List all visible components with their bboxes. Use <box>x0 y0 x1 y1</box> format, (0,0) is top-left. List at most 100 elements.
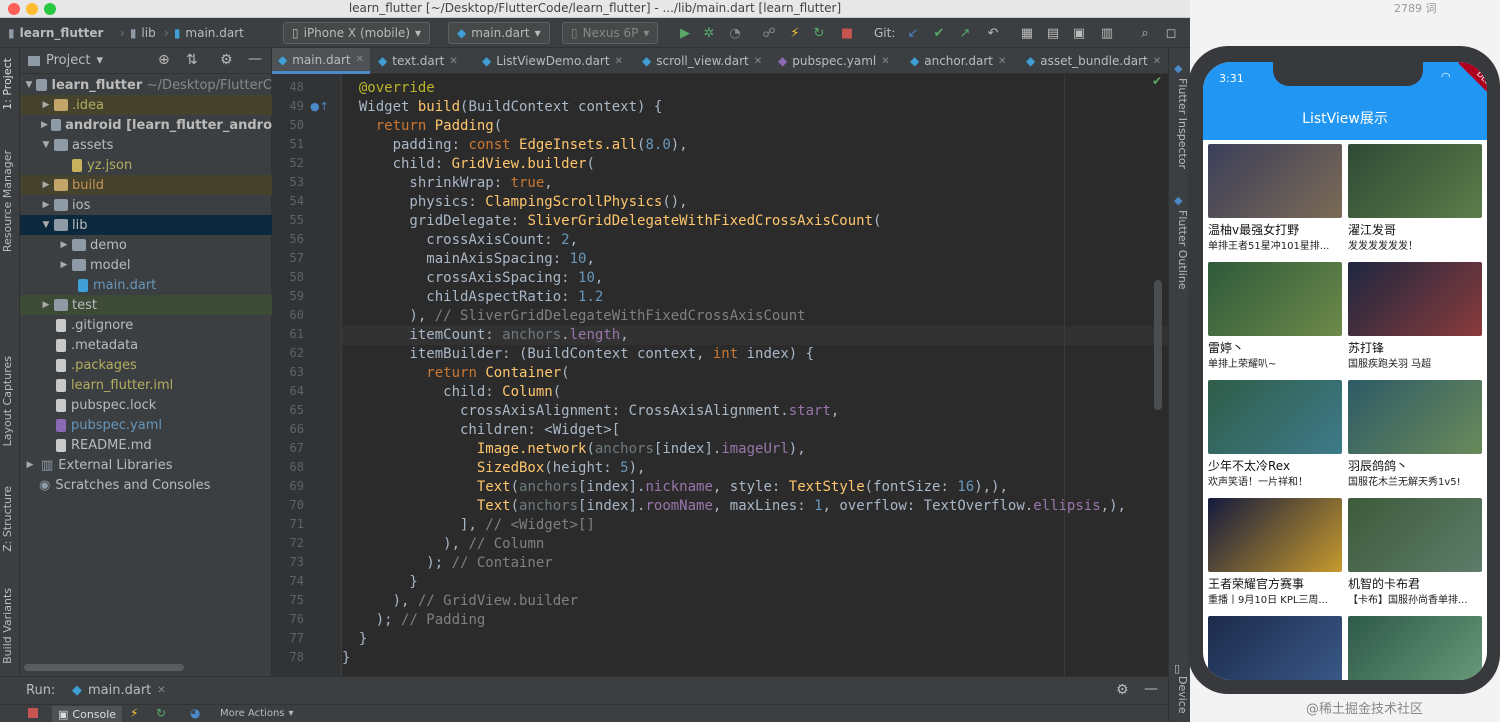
tree-item-readme[interactable]: README.md <box>20 435 272 455</box>
tab-scroll-view[interactable]: ◆ scroll_view.dart ✕ <box>636 48 768 74</box>
gear-icon[interactable]: ⚙ <box>1116 682 1129 698</box>
horizontal-scrollbar[interactable] <box>24 664 184 671</box>
anchor-card[interactable] <box>1208 616 1344 680</box>
tab-pubspec-yaml[interactable]: ◆ pubspec.yaml ✕ <box>772 48 896 74</box>
tree-item-lib[interactable]: ▼ lib <box>20 215 272 235</box>
avd-manager-icon[interactable]: ▣ <box>1070 24 1088 42</box>
tree-item-main-dart[interactable]: main.dart <box>20 275 272 295</box>
close-tab-icon[interactable]: ✕ <box>1153 56 1161 67</box>
anchor-card[interactable]: 雷婷丶 单排上荣耀叭~ <box>1208 262 1344 369</box>
tree-item-root[interactable]: ▼ learn_flutter ~/Desktop/FlutterC <box>20 75 273 95</box>
hot-reload-icon[interactable]: ⚡ <box>786 24 804 42</box>
tab-anchor-dart[interactable]: ◆ anchor.dart ✕ <box>904 48 1012 74</box>
anchor-card[interactable]: 少年不太冷Rex 欢声笑语！一片祥和！ <box>1208 380 1344 487</box>
emulator-selector[interactable]: ▯ Nexus 6P ▾ <box>562 22 659 44</box>
device-manager-icon[interactable]: ▥ <box>1098 24 1116 42</box>
close-tab-icon[interactable]: ✕ <box>998 56 1006 67</box>
close-tab-icon[interactable]: ✕ <box>157 685 165 696</box>
hide-panel-icon[interactable]: — <box>248 51 262 67</box>
tree-item-model[interactable]: ▶ model <box>20 255 272 275</box>
tool-structure[interactable]: Z: Structure <box>1 486 19 552</box>
git-commit-icon[interactable]: ✔ <box>930 24 948 42</box>
tab-listviewdemo[interactable]: ◆ ListViewDemo.dart ✕ <box>476 48 629 74</box>
tree-item-build[interactable]: ▶ build <box>20 175 272 195</box>
tool-layout-captures[interactable]: Layout Captures <box>1 356 19 446</box>
tree-item-gitignore[interactable]: .gitignore <box>20 315 272 335</box>
expand-arrow-icon: ▼ <box>25 80 33 90</box>
sdk-manager-icon[interactable]: ▤ <box>1044 24 1062 42</box>
vertical-scrollbar[interactable] <box>1154 280 1162 410</box>
tree-item-scratches[interactable]: ◉ Scratches and Consoles <box>20 475 272 495</box>
locate-icon[interactable]: ⊕ <box>158 52 170 68</box>
tree-item-demo[interactable]: ▶ demo <box>20 235 272 255</box>
anchor-card[interactable]: 温柚v最强女打野 单排王者51星冲101星排... <box>1208 144 1344 251</box>
stop-icon[interactable]: ■ <box>838 24 856 42</box>
tree-item-ios[interactable]: ▶ ios <box>20 195 272 215</box>
tree-item-iml[interactable]: learn_flutter.iml <box>20 375 272 395</box>
inspection-ok-icon[interactable]: ✔ <box>1152 74 1162 88</box>
tree-item-pubspec-yaml[interactable]: pubspec.yaml <box>20 415 272 435</box>
tree-item-external-libraries[interactable]: ▶ ▥ External Libraries <box>20 455 272 475</box>
tool-flutter-outline[interactable]: Flutter Outline <box>1171 210 1189 290</box>
user-icon[interactable]: ◻ <box>1162 24 1180 42</box>
search-icon[interactable]: ⌕ <box>1136 24 1154 42</box>
git-push-icon[interactable]: ↗ <box>956 24 974 42</box>
tool-device-file-explorer[interactable]: Device <box>1171 676 1189 714</box>
rollback-icon[interactable]: ↶ <box>984 24 1002 42</box>
override-marker-icon[interactable]: ●↑ <box>310 100 329 113</box>
attach-icon[interactable]: ☍ <box>760 24 778 42</box>
dart-file-icon: ◆ <box>72 683 82 698</box>
gear-icon[interactable]: ⚙ <box>220 52 233 68</box>
tab-asset-bundle[interactable]: ◆ asset_bundle.dart ✕ <box>1020 48 1167 74</box>
breadcrumb-project[interactable]: ▮ learn_flutter <box>8 22 103 44</box>
anchor-card[interactable] <box>1348 616 1484 680</box>
tool-resource-manager[interactable]: Resource Manager <box>1 150 19 252</box>
tree-item-packages[interactable]: .packages <box>20 355 272 375</box>
phone-screen[interactable]: 3:31 ◠ DEBUG ListView展示 温柚v最强女打野 单排王者51星… <box>1203 62 1487 680</box>
run-tab-main-dart[interactable]: ◆ main.dart ✕ <box>72 683 166 698</box>
hot-restart-icon[interactable]: ↻ <box>810 24 828 42</box>
console-tab[interactable]: ▣ Console <box>52 706 123 722</box>
tree-item-metadata[interactable]: .metadata <box>20 335 272 355</box>
project-view-selector[interactable]: Project ▾ <box>28 53 103 68</box>
debug-icon[interactable]: ✲ <box>700 24 718 42</box>
collapse-all-icon[interactable]: ⇅ <box>186 52 198 68</box>
close-tab-icon[interactable]: ✕ <box>615 56 623 67</box>
tool-flutter-inspector[interactable]: Flutter Inspector <box>1171 78 1189 169</box>
hide-panel-icon[interactable]: — <box>1144 681 1158 697</box>
tree-item-idea[interactable]: ▶ .idea <box>20 95 272 115</box>
tab-main-dart[interactable]: ◆ main.dart ✕ <box>272 48 371 74</box>
tool-project[interactable]: 1: Project <box>1 58 19 110</box>
close-tab-icon[interactable]: ✕ <box>754 56 762 67</box>
project-structure-icon[interactable]: ▦ <box>1018 24 1036 42</box>
anchor-card[interactable]: 苏打锋 国服疾跑关羽 马超 <box>1348 262 1484 369</box>
code-editor[interactable]: @override Widget build(BuildContext cont… <box>342 74 1168 676</box>
run-icon[interactable]: ▶ <box>676 24 694 42</box>
close-tab-icon[interactable]: ✕ <box>881 56 889 67</box>
stop-icon[interactable] <box>28 708 38 718</box>
tree-item-assets[interactable]: ▼ assets <box>20 135 272 155</box>
tree-item-pubspec-lock[interactable]: pubspec.lock <box>20 395 272 415</box>
tree-item-android[interactable]: ▶ android [learn_flutter_andro <box>20 115 272 135</box>
tool-build-variants[interactable]: Build Variants <box>1 588 19 664</box>
tree-item-yz-json[interactable]: yz.json <box>20 155 272 175</box>
device-selector[interactable]: ▯ iPhone X (mobile) ▾ <box>283 22 431 44</box>
close-tab-icon[interactable]: ✕ <box>356 54 364 65</box>
close-tab-icon[interactable]: ✕ <box>449 56 457 67</box>
anchor-card[interactable]: 羽辰鸽鸽丶 国服花木兰无解天秀1v5! <box>1348 380 1484 487</box>
anchor-card[interactable]: 王者荣耀官方赛事 重播丨9月10日 KPL三周... <box>1208 498 1344 605</box>
git-update-icon[interactable]: ↙ <box>904 24 922 42</box>
profile-icon[interactable]: ◔ <box>726 24 744 42</box>
anchor-card[interactable]: 机智的卡布君 【卡布】国服孙尚香单排... <box>1348 498 1484 605</box>
anchor-card[interactable]: 濯江发哥 发发发发发发！ <box>1348 144 1484 251</box>
breadcrumb-file[interactable]: › ▮ main.dart <box>164 22 244 44</box>
run-config-selector[interactable]: ◆ main.dart ▾ <box>448 22 550 44</box>
more-actions-menu[interactable]: More Actions ▾ <box>220 708 294 719</box>
hot-reload-icon[interactable]: ⚡ <box>130 706 138 720</box>
breadcrumb-lib[interactable]: › ▮ lib <box>120 22 156 44</box>
devtools-icon[interactable]: ◕ <box>190 706 200 720</box>
tab-text-dart[interactable]: ◆ text.dart ✕ <box>372 48 464 74</box>
run-tool-window-header: Run: ◆ main.dart ✕ ⚙ — <box>0 676 1168 704</box>
tree-item-test[interactable]: ▶ test <box>20 295 272 315</box>
hot-restart-icon[interactable]: ↻ <box>156 706 166 720</box>
